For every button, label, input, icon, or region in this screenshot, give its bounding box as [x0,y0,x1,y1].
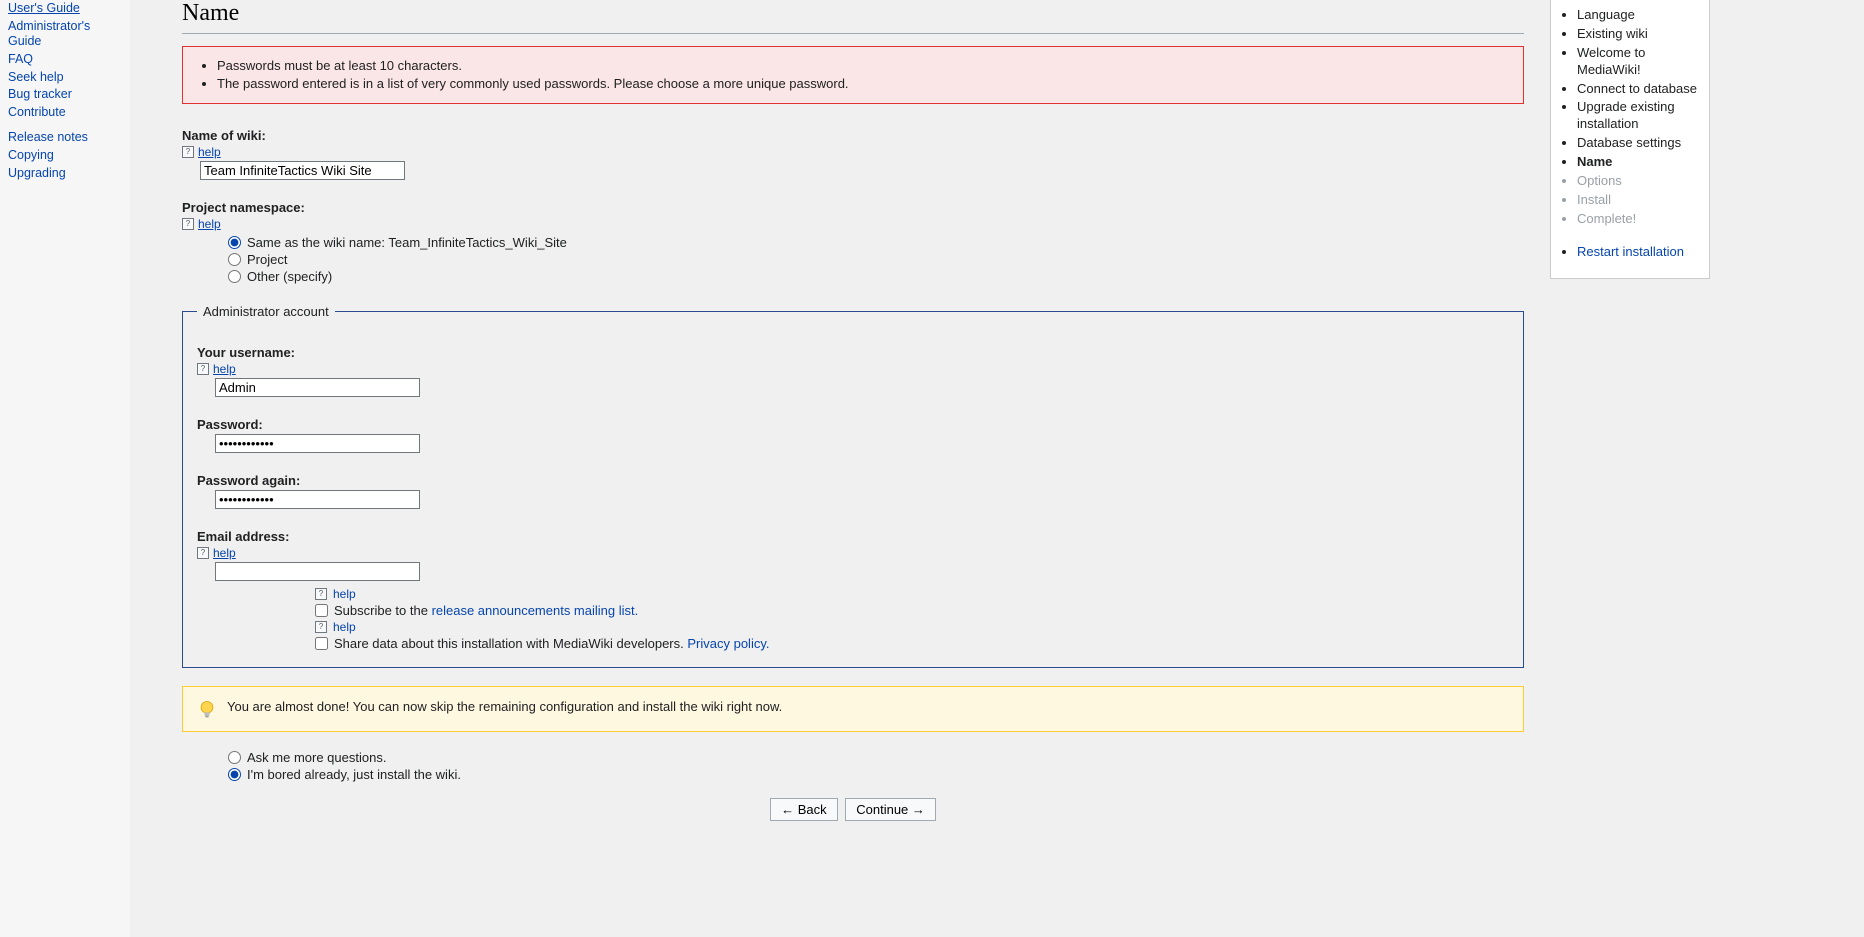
username-label: Your username: [197,345,1509,360]
restart-link[interactable]: Restart installation [1577,244,1684,259]
wiki-name-input[interactable] [200,161,405,180]
step-connect: Connect to database [1577,80,1703,99]
help-toggle-icon[interactable]: ? [182,218,194,230]
error-line-1: Passwords must be at least 10 characters… [217,57,1513,75]
error-box: Passwords must be at least 10 characters… [182,46,1524,104]
step-options: Options [1577,172,1703,191]
step-welcome: Welcome to MediaWiki! [1577,44,1703,80]
nav-seek-help[interactable]: Seek help [8,69,122,87]
share-checkbox[interactable] [315,637,328,650]
password2-label: Password again: [197,473,1509,488]
help-toggle-icon[interactable]: ? [182,146,194,158]
continue-button[interactable]: Continue → [845,798,936,821]
help-toggle-icon[interactable]: ? [315,621,327,633]
step-install: Install [1577,191,1703,210]
password2-input[interactable] [215,490,420,509]
nav-admin-guide[interactable]: Administrator's Guide [8,18,122,51]
step-name: Name [1577,153,1703,172]
step-complete: Complete! [1577,210,1703,229]
admin-fieldset: Administrator account Your username: ? h… [182,304,1524,668]
step-db-settings: Database settings [1577,134,1703,153]
help-link-project-ns[interactable]: help [198,217,221,231]
subscribe-link[interactable]: release announcements mailing list. [432,603,639,618]
left-sidebar: User's Guide Administrator's Guide FAQ S… [0,0,130,937]
bored-label: I'm bored already, just install the wiki… [247,767,461,782]
share-prefix: Share data about this installation with … [334,636,687,651]
nav-release-notes[interactable]: Release notes [8,129,122,147]
ns-radio-same[interactable] [228,236,241,249]
password-label: Password: [197,417,1509,432]
subscribe-checkbox[interactable] [315,604,328,617]
email-input[interactable] [215,562,420,581]
ns-radio-project[interactable] [228,253,241,266]
nav-bug-tracker[interactable]: Bug tracker [8,86,122,104]
help-link-email[interactable]: help [213,546,236,560]
steps-sidebar: Language Existing wiki Welcome to MediaW… [1550,0,1710,279]
help-toggle-icon[interactable]: ? [315,588,327,600]
nav-faq[interactable]: FAQ [8,51,122,69]
privacy-link[interactable]: Privacy policy. [687,636,769,651]
nav-users-guide[interactable]: User's Guide [8,0,122,18]
error-line-2: The password entered is in a list of ver… [217,75,1513,93]
back-button[interactable]: ← Back [770,798,838,821]
step-upgrade: Upgrade existing installation [1577,98,1703,134]
step-existing: Existing wiki [1577,25,1703,44]
radio-bored[interactable] [228,768,241,781]
help-link-subscribe[interactable]: help [333,587,356,601]
nav-contribute[interactable]: Contribute [8,104,122,122]
ns-other-label: Other (specify) [247,269,332,284]
lightbulb-icon [197,699,217,719]
step-language: Language [1577,6,1703,25]
help-link-wiki-name[interactable]: help [198,145,221,159]
help-link-share[interactable]: help [333,620,356,634]
help-toggle-icon[interactable]: ? [197,363,209,375]
nav-upgrading[interactable]: Upgrading [8,165,122,183]
username-input[interactable] [215,378,420,397]
nav-copying[interactable]: Copying [8,147,122,165]
ns-radio-other[interactable] [228,270,241,283]
info-text: You are almost done! You can now skip th… [227,699,782,714]
ns-same-label: Same as the wiki name: Team_InfiniteTact… [247,235,567,250]
info-box: You are almost done! You can now skip th… [182,686,1524,732]
password-input[interactable] [215,434,420,453]
radio-more-questions[interactable] [228,751,241,764]
ns-project-label: Project [247,252,287,267]
help-toggle-icon[interactable]: ? [197,547,209,559]
admin-legend: Administrator account [197,304,335,319]
more-questions-label: Ask me more questions. [247,750,386,765]
wiki-name-label: Name of wiki: [182,128,1524,143]
email-label: Email address: [197,529,1509,544]
help-link-username[interactable]: help [213,362,236,376]
page-title: Name [182,0,1524,34]
project-ns-label: Project namespace: [182,200,1524,215]
subscribe-prefix: Subscribe to the [334,603,432,618]
main-content: Name Passwords must be at least 10 chara… [182,0,1542,937]
